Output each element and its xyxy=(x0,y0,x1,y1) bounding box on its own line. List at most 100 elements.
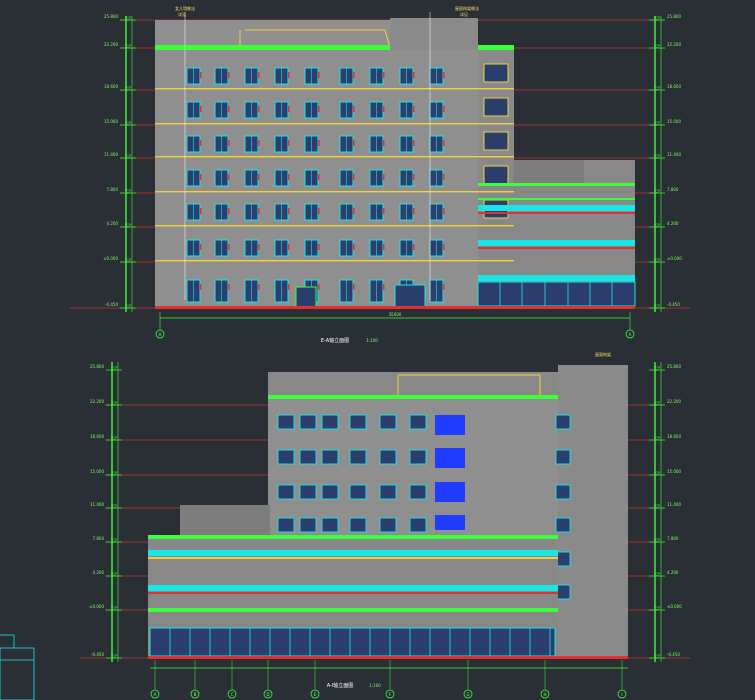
window-sill xyxy=(443,244,445,250)
level-label: 11.400 xyxy=(667,502,681,507)
annex-window xyxy=(483,63,509,83)
stair-window xyxy=(555,584,571,600)
axis-label-a: A xyxy=(629,332,632,337)
window-sill xyxy=(383,174,385,180)
level-label: 22.200 xyxy=(90,399,104,404)
level-label: ±0.000 xyxy=(89,604,104,609)
window-sill xyxy=(353,244,355,250)
window-sill xyxy=(288,208,290,214)
roof-note-left-1: 女儿墙做法 xyxy=(175,5,195,11)
window xyxy=(379,517,397,533)
level-label: 15.000 xyxy=(104,119,118,124)
level-label: ±0.000 xyxy=(103,256,118,261)
level-label: -0.450 xyxy=(91,652,104,657)
window xyxy=(299,484,317,500)
storefront-top xyxy=(477,281,636,307)
window xyxy=(409,414,427,430)
cad-drawing-canvas: 25.800 22.200 18.600 15.000 11.400 7.800 4.200… xyxy=(0,0,755,700)
level-label: 11.400 xyxy=(104,152,118,157)
window xyxy=(321,517,339,533)
window xyxy=(299,414,317,430)
window xyxy=(349,449,367,465)
roof-note-bottom: 屋面构架 xyxy=(595,351,611,357)
window-sill xyxy=(353,208,355,214)
window xyxy=(379,449,397,465)
window xyxy=(277,414,295,430)
level-label: 25.800 xyxy=(90,364,104,369)
window-sill xyxy=(200,106,202,112)
level-label: 18.600 xyxy=(90,434,104,439)
level-label: ±0.000 xyxy=(667,256,682,261)
podium-roof-block xyxy=(514,160,584,185)
window-sill xyxy=(353,140,355,146)
main-tower-wall xyxy=(155,20,478,308)
window-sill xyxy=(443,174,445,180)
window-sill xyxy=(413,244,415,250)
window-sill xyxy=(258,208,260,214)
level-label: 25.800 xyxy=(667,14,681,19)
level-label: 7.800 xyxy=(667,187,679,192)
window xyxy=(409,449,427,465)
roof-railing-right xyxy=(478,45,514,50)
window-sill xyxy=(228,140,230,146)
level-label: 11.400 xyxy=(90,502,104,507)
drawing-scale-bottom: 1:100 xyxy=(369,683,381,688)
window-sill xyxy=(228,72,230,78)
level-label: 7.800 xyxy=(667,536,679,541)
stair-window xyxy=(555,517,571,533)
window-sill xyxy=(383,208,385,214)
window xyxy=(277,484,295,500)
roof-railing xyxy=(155,45,390,50)
window-sill xyxy=(200,244,202,250)
window-sill xyxy=(318,106,320,112)
level-label: 18.600 xyxy=(104,84,118,89)
overall-dimension-top: 35000 xyxy=(389,312,402,317)
window-sill xyxy=(318,244,320,250)
drawing-scale-top: 1:100 xyxy=(366,338,378,343)
window-sill xyxy=(288,284,290,290)
level-label: 4.200 xyxy=(667,570,679,575)
window-sill xyxy=(258,72,260,78)
window-sill xyxy=(383,72,385,78)
axis-label: A xyxy=(154,692,157,697)
window xyxy=(349,484,367,500)
roof-level-bottom xyxy=(268,372,558,397)
storefront-bottom xyxy=(149,627,556,657)
window-sill xyxy=(318,284,320,290)
window-sill xyxy=(258,284,260,290)
window-sill xyxy=(200,174,202,180)
level-label: -0.450 xyxy=(105,302,118,307)
window-sill xyxy=(413,72,415,78)
ground-line-top xyxy=(155,306,635,309)
window-sill xyxy=(228,106,230,112)
axis-label-h: H xyxy=(158,332,161,337)
entrance-door xyxy=(295,286,317,308)
stair-window xyxy=(555,484,571,500)
window xyxy=(349,517,367,533)
level-label: 25.800 xyxy=(667,364,681,369)
entrance-door xyxy=(394,284,426,308)
window-sill xyxy=(353,284,355,290)
window-sill xyxy=(318,140,320,146)
level-label: -0.450 xyxy=(667,302,680,307)
window-sill xyxy=(288,140,290,146)
window-sill xyxy=(413,208,415,214)
annex-window xyxy=(483,131,509,151)
window xyxy=(379,414,397,430)
level-label: 7.800 xyxy=(93,536,105,541)
window-sill xyxy=(443,208,445,214)
axis-label: I xyxy=(621,692,622,697)
axis-label: H xyxy=(543,692,546,697)
axis-label: C xyxy=(231,692,234,697)
window xyxy=(277,517,295,533)
roof-note-right-2: 详见 xyxy=(460,11,468,17)
annex-window xyxy=(483,97,509,117)
window-sill xyxy=(353,72,355,78)
window xyxy=(321,484,339,500)
level-label: 15.000 xyxy=(667,469,681,474)
window-sill xyxy=(228,284,230,290)
window-sill xyxy=(383,106,385,112)
window xyxy=(277,449,295,465)
axis-label: B xyxy=(194,692,197,697)
roof-stair-block xyxy=(390,18,478,50)
